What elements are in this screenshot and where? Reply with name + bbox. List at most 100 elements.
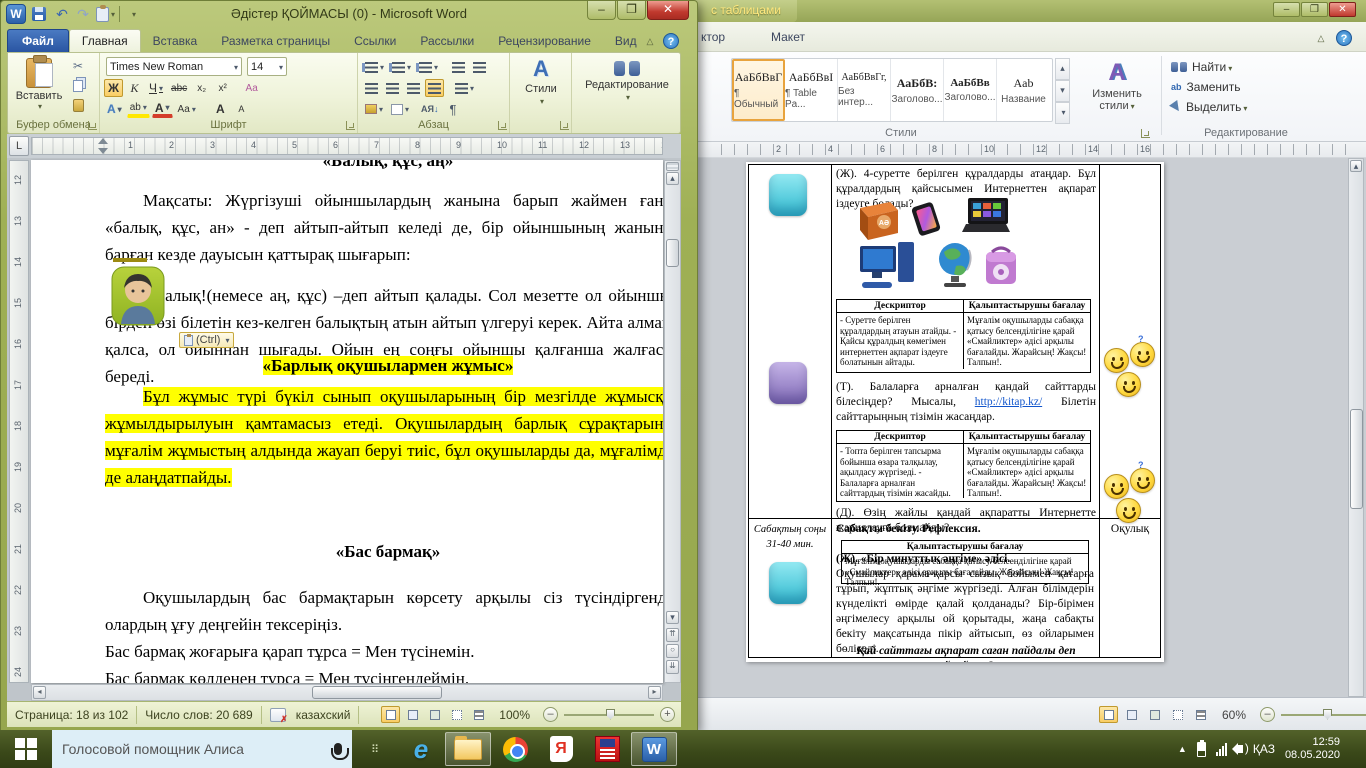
network-icon[interactable] <box>1216 743 1227 756</box>
bold-button[interactable]: Ж <box>104 79 123 97</box>
zoom-level[interactable]: 60% <box>1222 708 1246 722</box>
zoom-knob[interactable] <box>606 709 615 720</box>
zoom-in-button[interactable]: + <box>660 707 675 722</box>
horizontal-ruler[interactable]: 12345678910111213141516 <box>31 137 663 155</box>
tab-references[interactable]: Ссылки <box>342 30 408 52</box>
paste-options-floatie[interactable]: (Ctrl) <box>179 332 234 348</box>
tab-view[interactable]: Вид <box>603 30 649 52</box>
close-button[interactable]: ✕ <box>1329 2 1356 17</box>
pasted-avatar-image[interactable] <box>111 266 165 326</box>
help-icon[interactable]: ? <box>1336 30 1352 46</box>
language-indicator[interactable]: казахский <box>296 708 351 722</box>
font-color-button[interactable]: А <box>152 100 173 118</box>
superscript-button[interactable]: x² <box>213 79 232 97</box>
change-case-button[interactable]: Аа <box>175 100 199 118</box>
styles-button[interactable]: А Стили <box>516 57 566 106</box>
vertical-ruler[interactable]: 1213141516171819202122232425 <box>9 160 29 683</box>
hanging-indent-marker[interactable] <box>98 148 108 154</box>
scrollbar-thumb[interactable] <box>312 686 442 699</box>
clock[interactable]: 12:59 08.05.2020 <box>1285 736 1340 762</box>
scrollbar-thumb[interactable] <box>1350 409 1363 509</box>
maximize-button[interactable]: ❐ <box>617 1 646 20</box>
word-taskbar-button[interactable]: W <box>631 732 677 766</box>
first-line-indent-marker[interactable] <box>98 138 108 144</box>
outline-view-button[interactable] <box>447 706 466 723</box>
minimize-button[interactable]: – <box>1273 2 1300 17</box>
title-bar[interactable]: W Әдістер ҚОЙМАСЫ (0) - Microsoft Word –… <box>1 1 697 28</box>
clear-formatting-button[interactable]: Аа <box>242 79 261 97</box>
draft-view-button[interactable] <box>1191 706 1210 723</box>
gallery-more[interactable] <box>1055 102 1070 124</box>
floppy-app-button[interactable] <box>584 730 630 768</box>
minimize-button[interactable]: – <box>587 1 616 20</box>
sort-button[interactable]: АЯ↓ <box>418 100 441 118</box>
help-icon[interactable]: ? <box>663 33 679 49</box>
style-no-spacing[interactable]: АаБбВвГг, Без интер... <box>838 59 891 121</box>
vertical-scrollbar[interactable]: ⇈ ○ ⇊ <box>664 160 681 683</box>
replace-button[interactable]: ab Заменить <box>1171 77 1321 97</box>
highlight-color-button[interactable]: ab <box>127 100 150 118</box>
volume-icon[interactable] <box>1237 745 1243 753</box>
gallery-scroll-down[interactable] <box>1055 80 1070 102</box>
text-effects-button[interactable]: А <box>104 100 125 118</box>
document-area[interactable]: L 12345678910111213141516 12131415161718… <box>7 134 681 701</box>
tab-page-layout[interactable]: Разметка страницы <box>209 30 342 52</box>
styles-dialog-launcher[interactable] <box>560 121 569 130</box>
chrome-button[interactable] <box>492 730 538 768</box>
italic-button[interactable]: K <box>125 79 144 97</box>
borders-button[interactable] <box>388 100 412 118</box>
grow-font-button[interactable]: А <box>211 100 230 118</box>
align-center-button[interactable] <box>383 79 402 97</box>
clipboard-dialog-launcher[interactable] <box>88 121 97 130</box>
align-right-button[interactable] <box>404 79 423 97</box>
cut-button[interactable] <box>68 57 88 74</box>
multilevel-list-button[interactable] <box>416 58 441 76</box>
shading-button[interactable] <box>362 100 386 118</box>
decrease-indent-button[interactable] <box>449 58 468 76</box>
zoom-out-button[interactable]: – <box>543 707 558 722</box>
scroll-down-button[interactable] <box>666 611 679 624</box>
web-layout-view-button[interactable] <box>425 706 444 723</box>
outline-view-button[interactable] <box>1168 706 1187 723</box>
taskbar-search[interactable]: Голосовой помощник Алиса <box>52 730 352 768</box>
style-heading1[interactable]: АаБбВ: Заголово... <box>891 59 944 121</box>
style-title[interactable]: Aab Название <box>997 59 1050 121</box>
gallery-scroll-up[interactable] <box>1055 58 1070 80</box>
spellcheck-icon[interactable] <box>270 708 286 722</box>
close-button[interactable]: ✕ <box>647 1 689 20</box>
copy-button[interactable] <box>68 77 88 94</box>
style-normal[interactable]: АаБбВвГ ¶ Обычный <box>732 59 785 121</box>
internet-explorer-button[interactable]: e <box>398 730 444 768</box>
font-name-select[interactable]: Times New Roman <box>106 57 242 76</box>
collapse-ribbon-icon[interactable] <box>1314 31 1328 45</box>
print-layout-view-button[interactable] <box>1099 706 1118 723</box>
shrink-font-button[interactable]: А <box>232 100 251 118</box>
tab-home[interactable]: Главная <box>69 29 141 52</box>
change-styles-button[interactable]: А Изменить стили <box>1081 58 1153 130</box>
increase-indent-button[interactable] <box>470 58 489 76</box>
paragraph-dialog-launcher[interactable] <box>498 121 507 130</box>
kitap-link[interactable]: http://kitap.kz/ <box>975 396 1042 408</box>
show-marks-button[interactable] <box>444 100 463 118</box>
previous-page-button[interactable]: ⇈ <box>666 628 679 642</box>
next-page-button[interactable]: ⇊ <box>666 660 679 674</box>
font-size-select[interactable]: 14 <box>247 57 287 76</box>
back-document-area[interactable]: (Ж). 4-суретте берілген құралдарды атаңд… <box>691 158 1366 697</box>
browse-object-button[interactable]: ○ <box>666 644 679 658</box>
line-spacing-button[interactable] <box>452 79 477 97</box>
tab-mailings[interactable]: Рассылки <box>408 30 486 52</box>
word-window-back[interactable]: с таблицами – ❐ ✕ ктор Макет ? АаБбВвГ ¶… <box>690 0 1366 731</box>
microphone-icon[interactable] <box>334 743 342 755</box>
zoom-slider[interactable]: – + <box>1260 707 1366 722</box>
web-layout-view-button[interactable] <box>1145 706 1164 723</box>
yandex-browser-button[interactable]: Я <box>538 730 584 768</box>
underline-button[interactable]: Ч <box>146 79 166 97</box>
print-layout-view-button[interactable] <box>381 706 400 723</box>
back-title-bar[interactable]: с таблицами – ❐ ✕ <box>691 0 1366 22</box>
back-page[interactable]: (Ж). 4-суретте берілген құралдарды атаңд… <box>746 162 1164 662</box>
horizontal-scrollbar[interactable]: ◂ ▸ <box>31 684 663 701</box>
subscript-button[interactable]: x₂ <box>192 79 211 97</box>
font-dialog-launcher[interactable] <box>346 121 355 130</box>
tray-expand-icon[interactable]: ▲ <box>1178 744 1187 754</box>
page[interactable]: «Балық, құс, аң» Мақсаты: Жүргізуші ойын… <box>31 160 663 683</box>
